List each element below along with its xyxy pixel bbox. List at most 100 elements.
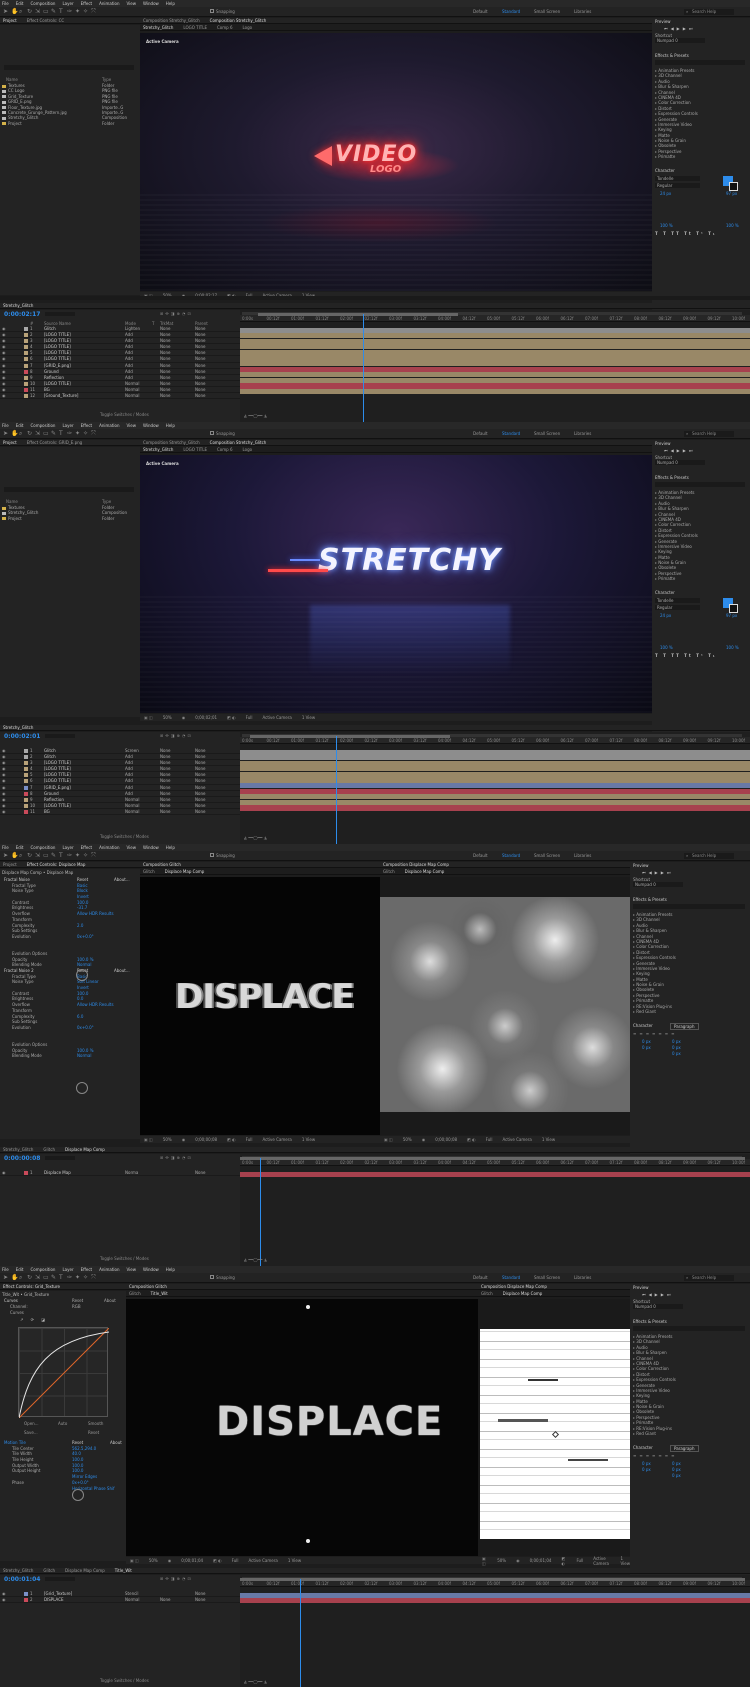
comp-subtab[interactable]: Stretchy_Glitch: [143, 447, 173, 452]
layer-trkmat[interactable]: None: [160, 350, 170, 355]
menu-help[interactable]: Help: [166, 423, 175, 428]
layer-row[interactable]: ◉ 1 Displace Map Norma None: [0, 1170, 240, 1177]
layer-duration-bar[interactable]: [240, 760, 750, 766]
workspace-standard[interactable]: Standard: [502, 431, 520, 436]
layer-parent[interactable]: None: [195, 375, 205, 380]
viewer-resolution[interactable]: Full: [246, 715, 253, 720]
layer-mode[interactable]: Add: [125, 760, 133, 765]
tool-icon[interactable]: ⌕: [19, 9, 25, 15]
layer-row[interactable]: ◉ 2 DISPLACE Normal None None: [0, 1597, 240, 1604]
layer-duration-bar[interactable]: [240, 766, 750, 772]
channel-dropdown[interactable]: RGB: [72, 1304, 81, 1309]
tool-icon[interactable]: ✑: [67, 853, 73, 859]
menu-file[interactable]: File: [2, 1267, 9, 1272]
layer-mode[interactable]: Screen: [125, 748, 139, 753]
layer-mode[interactable]: Lighten: [125, 326, 140, 331]
view-count-dropdown[interactable]: 1 View: [302, 1137, 315, 1142]
curves-reset[interactable]: Reset: [72, 1298, 83, 1303]
workspace-libraries[interactable]: Libraries: [574, 431, 591, 436]
preview-controls[interactable]: ⏮◀▶▶⏭: [664, 448, 695, 453]
timeline-switches[interactable]: ⊞✣◨⊕◔⊡: [160, 311, 193, 316]
composition-tab[interactable]: Composition Displace Map Comp: [383, 862, 449, 867]
layer-mode[interactable]: Add: [125, 369, 133, 374]
comp-subtab[interactable]: Displace Map Comp: [165, 869, 205, 874]
tool-icon[interactable]: ▭: [43, 9, 49, 15]
toggle-switches-modes[interactable]: Toggle Switches / Modes: [100, 1256, 149, 1261]
effect-category[interactable]: Expression Controls: [655, 111, 698, 116]
layer-mode[interactable]: Add: [125, 350, 133, 355]
camera-icon[interactable]: ◉: [182, 715, 186, 720]
visibility-eye-icon[interactable]: ◉: [2, 772, 6, 777]
layer-name[interactable]: [LOGO TITLE]: [44, 332, 71, 337]
snapping-checkbox[interactable]: [210, 431, 214, 435]
layer-parent[interactable]: None: [195, 363, 205, 368]
timeline-comp-tab[interactable]: Displace Map Comp: [65, 1568, 105, 1573]
workspace-default[interactable]: Default: [473, 9, 488, 14]
tool-icon[interactable]: ✑: [67, 431, 73, 437]
curve-button[interactable]: Save...: [24, 1430, 38, 1435]
layer-name[interactable]: [Grid_Texture]: [44, 1591, 72, 1596]
viewer-resolution[interactable]: Full: [232, 1558, 239, 1563]
comp-subtab[interactable]: Title_Wit: [151, 1291, 168, 1296]
workspace-default[interactable]: Default: [473, 431, 488, 436]
comp-subtab[interactable]: LOGO TITLE: [183, 25, 207, 30]
viewer-footer-icons[interactable]: ▣ ◫: [144, 715, 153, 720]
menu-animation[interactable]: Animation: [99, 1267, 119, 1272]
menu-composition[interactable]: Composition: [30, 845, 55, 850]
menu-file[interactable]: File: [2, 1, 9, 6]
tool-icon[interactable]: T: [59, 853, 65, 859]
layer-name[interactable]: [LOGO TITLE]: [44, 772, 71, 777]
vertical-scale-value[interactable]: 100 %: [660, 223, 673, 228]
visibility-eye-icon[interactable]: ◉: [2, 381, 6, 386]
timeline-comp-tab[interactable]: Displace Map Comp: [65, 1147, 105, 1152]
visibility-eye-icon[interactable]: ◉: [2, 387, 6, 392]
layer-mode[interactable]: Normal: [125, 1597, 139, 1602]
paragraph-indent-value[interactable]: 0 px: [672, 1473, 681, 1478]
layer-trkmat[interactable]: None: [160, 785, 170, 790]
visibility-eye-icon[interactable]: ◉: [2, 766, 6, 771]
paragraph-title[interactable]: Paragraph: [670, 1444, 699, 1452]
effect-category[interactable]: Primatte: [655, 154, 698, 159]
viewer-footer-icons[interactable]: ▣ ◫: [144, 1137, 153, 1142]
menu-animation[interactable]: Animation: [99, 845, 119, 850]
workspace-standard[interactable]: Standard: [502, 9, 520, 14]
layer-search-input[interactable]: [45, 1156, 75, 1160]
visibility-eye-icon[interactable]: ◉: [2, 754, 6, 759]
layer-parent[interactable]: None: [195, 785, 205, 790]
tool-icon[interactable]: ✎: [51, 1275, 57, 1281]
curve-button[interactable]: Smooth: [88, 1421, 103, 1426]
curves-graph[interactable]: [18, 1327, 109, 1418]
composition-tab[interactable]: Composition Stretchy_Glitch: [210, 18, 267, 23]
layer-parent[interactable]: None: [195, 754, 205, 759]
effects-search-input[interactable]: [655, 482, 745, 487]
project-tab[interactable]: Effect Controls: CC: [27, 18, 65, 23]
active-camera-dropdown[interactable]: Active Camera: [593, 1556, 610, 1566]
visibility-eye-icon[interactable]: ◉: [2, 809, 6, 814]
layer-mode[interactable]: Normal: [125, 809, 139, 814]
layer-name[interactable]: [LOGO TITLE]: [44, 766, 71, 771]
tool-icon[interactable]: ✦: [75, 1275, 81, 1281]
layer-parent[interactable]: None: [195, 748, 205, 753]
layer-mode[interactable]: Normal: [125, 803, 139, 808]
comp-subtab[interactable]: Logo: [243, 447, 253, 452]
workspace-standard[interactable]: Standard: [502, 1275, 520, 1280]
layer-parent[interactable]: None: [195, 344, 205, 349]
effect-category[interactable]: Expression Controls: [633, 955, 676, 960]
project-search-input[interactable]: [4, 487, 134, 492]
layer-trkmat[interactable]: None: [160, 748, 170, 753]
viewer-timecode[interactable]: 0;00;00;08: [195, 1137, 217, 1142]
snapping-checkbox[interactable]: [210, 1275, 214, 1279]
composition-tab[interactable]: Composition Stretchy_Glitch: [143, 18, 200, 23]
tool-icon[interactable]: ✎: [51, 9, 57, 15]
effect-category[interactable]: Red Giant: [633, 1009, 676, 1014]
layer-duration-bar[interactable]: [240, 366, 750, 372]
view-count-dropdown[interactable]: 1 View: [621, 1556, 631, 1566]
project-tab[interactable]: Project: [3, 440, 17, 445]
workspace-default[interactable]: Default: [473, 853, 488, 858]
effect-category[interactable]: Expression Controls: [633, 1377, 676, 1382]
viewer-zoom[interactable]: 50%: [149, 1558, 158, 1563]
layer-parent[interactable]: None: [195, 381, 205, 386]
layer-parent[interactable]: None: [195, 326, 205, 331]
layer-name[interactable]: BG: [44, 809, 50, 814]
tool-icon[interactable]: ⇲: [35, 431, 41, 437]
